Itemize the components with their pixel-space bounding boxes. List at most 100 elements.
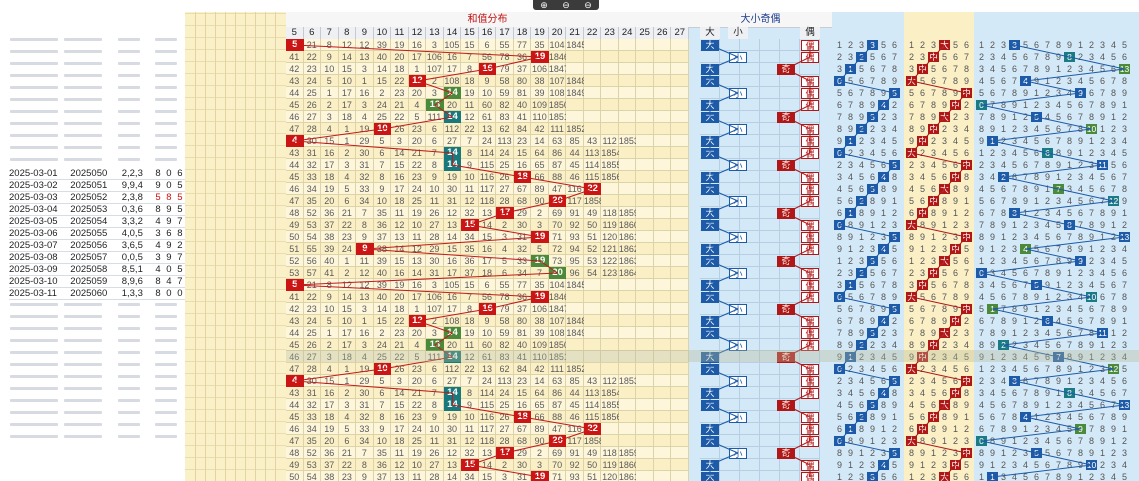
mini-cell: 6 bbox=[1088, 196, 1094, 206]
mini-cell: 9 bbox=[1066, 256, 1072, 266]
blurred-text bbox=[10, 110, 58, 113]
size-parity-cell bbox=[720, 255, 740, 267]
history-nums: 8,5,1 bbox=[121, 263, 143, 275]
mini-cell: 3 bbox=[858, 148, 864, 158]
zoom-in-icon[interactable]: ⊕ bbox=[536, 0, 552, 10]
mini-cell: 5 bbox=[1022, 148, 1028, 158]
mini-cell: 4 bbox=[880, 136, 886, 146]
size-parity-cell bbox=[760, 99, 780, 111]
sum-cell: 20 bbox=[408, 375, 427, 387]
mini-cell: 9 bbox=[1088, 340, 1094, 350]
sum-cell: 1858 bbox=[583, 435, 604, 447]
sum-cell bbox=[671, 375, 689, 387]
mini-cell: 3 bbox=[919, 268, 925, 278]
size-parity-cell bbox=[780, 315, 800, 327]
mini-cell: 5 bbox=[978, 88, 984, 98]
mini-cell: 9 bbox=[1099, 436, 1105, 446]
mini-cell: 8 bbox=[836, 340, 842, 350]
history-issue: 2025059 bbox=[70, 275, 108, 287]
sum-column-header: 22 bbox=[583, 27, 602, 39]
mini-cell: 7 bbox=[930, 304, 936, 314]
zoom-out-icon[interactable]: ⊖ bbox=[580, 0, 596, 10]
parity-tag: 偶 bbox=[801, 99, 819, 111]
mini-cell: 9 bbox=[880, 412, 886, 422]
sum-cell: 26 bbox=[391, 363, 409, 375]
history-nums: 3,3,2 bbox=[121, 215, 143, 227]
mini-cell: 8 bbox=[989, 112, 995, 122]
mini-cell: 3 bbox=[1044, 208, 1050, 218]
sum-cell: 50 bbox=[583, 459, 602, 471]
mini-cell: 3 bbox=[1099, 148, 1105, 158]
mini-cell: 6 bbox=[930, 292, 936, 302]
mini-cell: 4 bbox=[891, 340, 897, 350]
blurred-text bbox=[10, 146, 58, 149]
sum-cell: 24 bbox=[373, 339, 392, 351]
mini-cell: 3 bbox=[1088, 376, 1094, 386]
sum-column-header: 23 bbox=[601, 27, 619, 39]
size-parity-cell bbox=[740, 363, 760, 375]
sum-cell: 28 bbox=[303, 363, 322, 375]
mini-hit-marker: 中 bbox=[928, 412, 939, 422]
zoom-reset-icon[interactable]: ⊖ bbox=[558, 0, 574, 10]
mini-cell: 1 bbox=[978, 472, 984, 481]
mini-cell: 7 bbox=[847, 100, 853, 110]
size-parity-cell bbox=[720, 291, 740, 303]
mini-cell: 7 bbox=[1022, 388, 1028, 398]
mini-cell: 7 bbox=[891, 52, 897, 62]
mini-cell: 7 bbox=[1011, 400, 1017, 410]
mini-row: 6789中2 bbox=[906, 315, 972, 327]
sum-cell: 9 bbox=[426, 411, 444, 423]
mini-cell: 6 bbox=[1044, 352, 1050, 362]
sum-cell: 19 bbox=[391, 279, 409, 291]
mini-row: 023456 bbox=[834, 147, 900, 159]
mini-cell: 7 bbox=[1044, 472, 1050, 481]
sum-cell: 73 bbox=[548, 255, 567, 267]
mini-row: 562891 bbox=[834, 195, 900, 207]
sum-cell bbox=[618, 123, 637, 135]
blurred-position-columns bbox=[185, 12, 286, 481]
blurred-text bbox=[155, 62, 177, 65]
mini-cell: 2 bbox=[1011, 340, 1017, 350]
mini-cell: 9 bbox=[963, 184, 969, 194]
mini-cell: 9 bbox=[1088, 448, 1094, 458]
sum-cell: 80 bbox=[513, 315, 532, 327]
sum-column-header: 6 bbox=[303, 27, 322, 39]
sum-cell bbox=[636, 363, 654, 375]
sum-cell: 64 bbox=[531, 387, 549, 399]
mini-cell: 5 bbox=[1000, 388, 1006, 398]
mini-cell: 8 bbox=[941, 304, 947, 314]
mini-cell: 9 bbox=[978, 352, 984, 362]
sum-cell bbox=[653, 75, 672, 87]
mini-row: 34567591234567 bbox=[976, 279, 1130, 291]
sum-cell bbox=[636, 267, 654, 279]
history-row[interactable]: 2025-03-11 2025060 1,3,3 8 0 0 bbox=[9, 287, 185, 300]
mini-cell: 8 bbox=[930, 316, 936, 326]
size-parity-cell bbox=[720, 75, 740, 87]
mini-cell: 3 bbox=[1088, 160, 1094, 170]
sum-cell: 54 bbox=[583, 267, 602, 279]
blurred-text bbox=[118, 411, 140, 414]
mini-cell: 9 bbox=[847, 340, 853, 350]
mini-cell: 3 bbox=[989, 52, 995, 62]
size-parity-cell bbox=[740, 291, 760, 303]
mini-hit-marker: 中 bbox=[961, 304, 972, 314]
blurred-text bbox=[10, 339, 58, 342]
mini-cell: 3 bbox=[1044, 100, 1050, 110]
mini-cell: 6 bbox=[869, 64, 875, 74]
size-parity-cell bbox=[760, 87, 780, 99]
blurred-text bbox=[64, 303, 102, 306]
sum-cell bbox=[653, 423, 672, 435]
sum-column-header: 14 bbox=[443, 27, 462, 39]
sum-cell: 16 bbox=[321, 147, 339, 159]
mini-cell: 4 bbox=[1044, 436, 1050, 446]
sum-cell: 16 bbox=[513, 399, 532, 411]
mini-cell: 7 bbox=[978, 328, 984, 338]
sum-cell: 12 bbox=[338, 39, 357, 51]
mini-cell: 5 bbox=[1022, 256, 1028, 266]
sum-cell bbox=[653, 39, 672, 51]
mini-cell: 1 bbox=[1121, 316, 1127, 326]
mini-cell: 4 bbox=[978, 400, 984, 410]
mini-cell: 4 bbox=[1066, 88, 1072, 98]
mini-cell: 5 bbox=[1066, 208, 1072, 218]
sum-cell bbox=[618, 111, 637, 123]
